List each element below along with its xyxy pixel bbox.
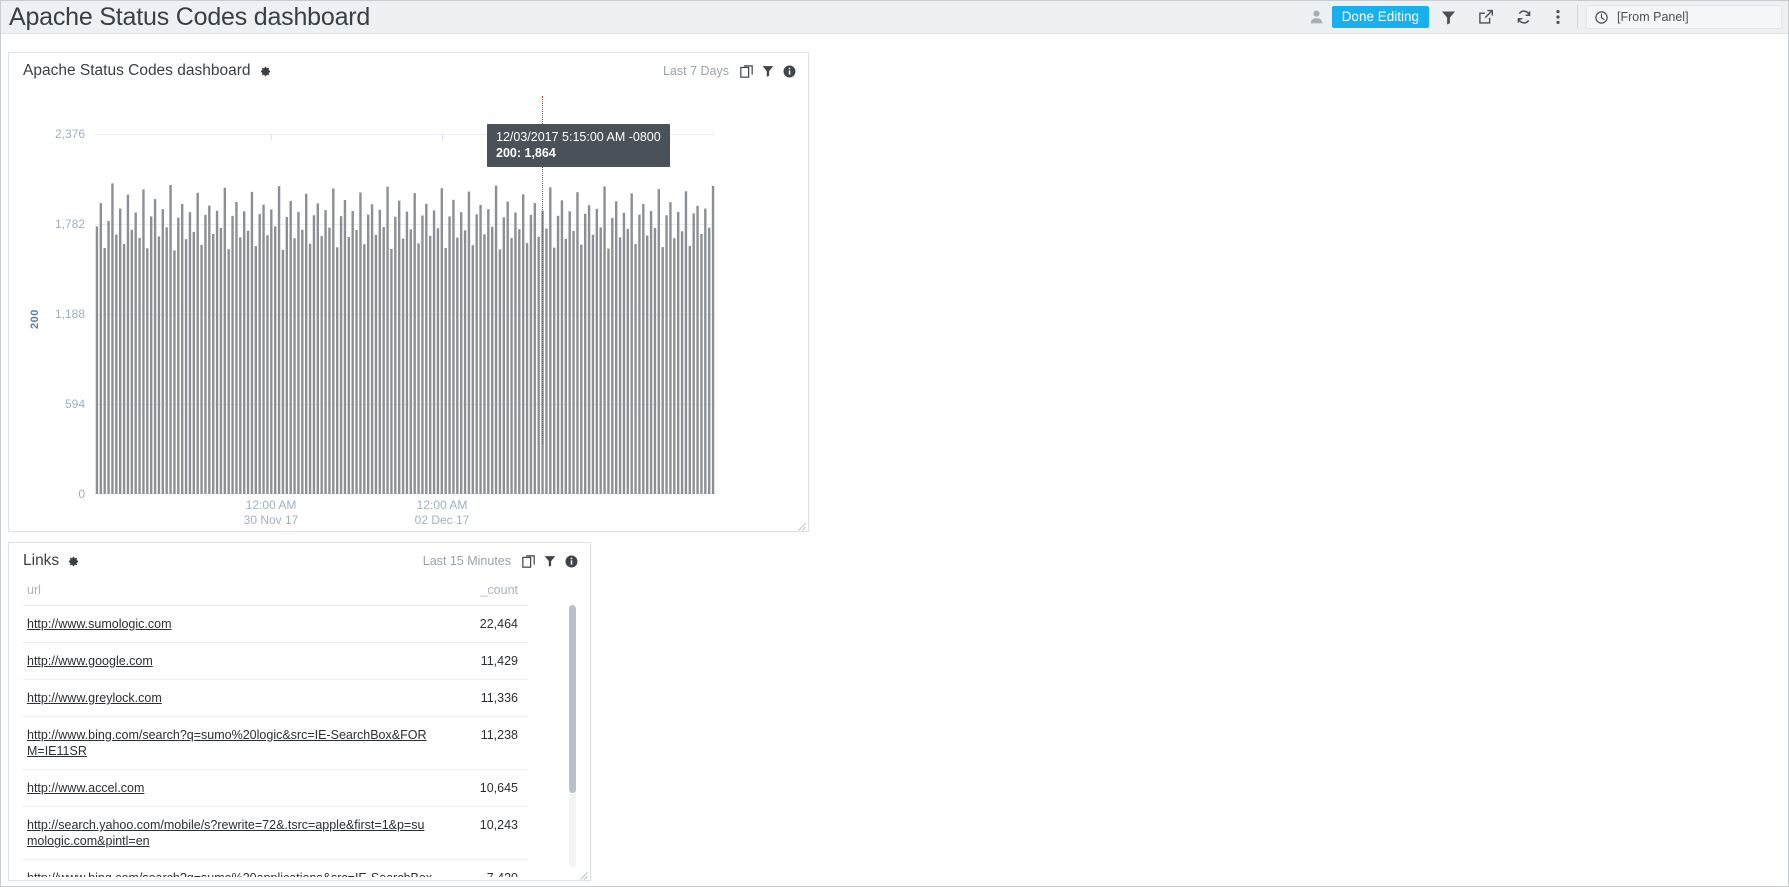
y-tick-label: 2,376 (23, 127, 85, 141)
cell-url: http://www.bing.com/search?q=sumo%20appl… (23, 860, 433, 878)
table-row: http://www.bing.com/search?q=sumo%20appl… (23, 860, 528, 878)
x-tick-mark (271, 134, 272, 140)
dashboard-root: Apache Status Codes dashboard Done Editi… (0, 0, 1789, 887)
links-scrollbar-track[interactable] (569, 605, 576, 867)
cell-count: 22,464 (433, 606, 528, 643)
filter-icon[interactable] (762, 65, 774, 77)
cell-count: 7,420 (433, 860, 528, 878)
x-tick-date: 02 Dec 17 (377, 513, 507, 528)
plot-region: 12:00 AM 30 Nov 17 12:00 AM 02 Dec 17 12… (95, 134, 715, 494)
y-tick-label: 1,782 (23, 217, 85, 231)
cell-count: 11,238 (433, 717, 528, 770)
cell-url: http://search.yahoo.com/mobile/s?rewrite… (23, 807, 433, 860)
cell-count: 11,336 (433, 680, 528, 717)
chart-head-icons (740, 65, 796, 78)
filter-icon[interactable] (1429, 1, 1467, 34)
kebab-menu-icon[interactable] (1543, 1, 1573, 34)
column-header-count[interactable]: _count (433, 579, 528, 606)
table-row: http://www.accel.com 10,645 (23, 770, 528, 807)
url-link[interactable]: http://www.bing.com/search?q=sumo%20appl… (27, 871, 432, 877)
cell-url: http://www.google.com (23, 643, 433, 680)
links-panel: Links Last 15 Minutes (8, 542, 591, 881)
share-export-icon[interactable] (1467, 1, 1505, 34)
links-panel-title: Links (23, 552, 59, 570)
chart-panel-header: Apache Status Codes dashboard Last 7 Day… (9, 53, 808, 89)
gear-icon[interactable] (68, 556, 79, 567)
table-row: http://www.greylock.com 11,336 (23, 680, 528, 717)
x-tick-label: 12:00 AM 30 Nov 17 (206, 498, 336, 528)
links-time-range: Last 15 Minutes (423, 554, 511, 568)
links-head-icons (522, 555, 578, 568)
user-icon[interactable] (1302, 1, 1332, 34)
chart-resize-handle[interactable] (795, 518, 806, 529)
refresh-icon[interactable] (1505, 1, 1543, 34)
top-toolbar: Apache Status Codes dashboard Done Editi… (1, 1, 1788, 34)
bar-series-200 (95, 134, 715, 494)
toolbar-divider (1577, 5, 1578, 29)
open-in-new-icon[interactable] (740, 65, 753, 78)
links-table-head: url _count (23, 579, 528, 606)
cell-url: http://www.greylock.com (23, 680, 433, 717)
cell-count: 10,645 (433, 770, 528, 807)
x-tick-mark (442, 134, 443, 140)
url-link[interactable]: http://www.greylock.com (27, 691, 162, 705)
tooltip-timestamp: 12/03/2017 5:15:00 AM -0800 (496, 129, 661, 145)
column-header-url[interactable]: url (23, 579, 433, 606)
table-row: http://www.sumologic.com 22,464 (23, 606, 528, 643)
url-link[interactable]: http://www.sumologic.com (27, 617, 172, 631)
info-icon[interactable] (783, 65, 796, 78)
url-link[interactable]: http://www.accel.com (27, 781, 144, 795)
cell-count: 11,429 (433, 643, 528, 680)
time-range-selector[interactable]: [From Panel] (1586, 5, 1782, 29)
y-tick-label: 594 (23, 397, 85, 411)
url-link[interactable]: http://www.google.com (27, 654, 153, 668)
x-tick-time: 12:00 AM (377, 498, 507, 513)
gear-icon[interactable] (260, 66, 271, 77)
toolbar-actions: Done Editing (1302, 1, 1782, 34)
chart-panel: Apache Status Codes dashboard Last 7 Day… (8, 52, 809, 532)
y-axis-label: 200 (29, 309, 41, 329)
cell-url: http://www.bing.com/search?q=sumo%20logi… (23, 717, 433, 770)
info-icon[interactable] (565, 555, 578, 568)
open-in-new-icon[interactable] (522, 555, 535, 568)
clock-icon (1595, 11, 1608, 24)
chart-panel-title: Apache Status Codes dashboard (23, 62, 251, 80)
x-tick-time: 12:00 AM (206, 498, 336, 513)
x-tick-label: 12:00 AM 02 Dec 17 (377, 498, 507, 528)
chart-time-range: Last 7 Days (663, 64, 729, 78)
url-link[interactable]: http://www.bing.com/search?q=sumo%20logi… (27, 728, 426, 758)
table-row: http://www.google.com 11,429 (23, 643, 528, 680)
url-link[interactable]: http://search.yahoo.com/mobile/s?rewrite… (27, 818, 424, 848)
cell-url: http://www.sumologic.com (23, 606, 433, 643)
chart-tooltip: 12/03/2017 5:15:00 AM -0800 200: 1,864 (487, 124, 670, 167)
cell-count: 10,243 (433, 807, 528, 860)
links-panel-header: Links Last 15 Minutes (9, 543, 590, 579)
table-row: http://www.bing.com/search?q=sumo%20logi… (23, 717, 528, 770)
links-scrollbar-thumb[interactable] (569, 605, 576, 793)
done-editing-button[interactable]: Done Editing (1332, 6, 1429, 28)
table-header-row: url _count (23, 579, 528, 606)
table-row: http://search.yahoo.com/mobile/s?rewrite… (23, 807, 528, 860)
links-table: url _count http://www.sumologic.com 22,46… (23, 579, 528, 877)
links-table-body: http://www.sumologic.com22,464http://www… (23, 606, 528, 878)
chart-area: 2,3761,7821,1885940 200 12:00 AM 30 Nov … (9, 89, 808, 532)
tooltip-value: 200: 1,864 (496, 145, 661, 161)
page-title: Apache Status Codes dashboard (9, 2, 370, 32)
x-tick-date: 30 Nov 17 (206, 513, 336, 528)
cell-url: http://www.accel.com (23, 770, 433, 807)
y-tick-label: 0 (23, 487, 85, 501)
links-table-container[interactable]: url _count http://www.sumologic.com 22,46… (9, 579, 590, 877)
filter-icon[interactable] (544, 555, 556, 567)
time-range-value: [From Panel] (1617, 10, 1689, 24)
links-resize-handle[interactable] (577, 867, 588, 878)
